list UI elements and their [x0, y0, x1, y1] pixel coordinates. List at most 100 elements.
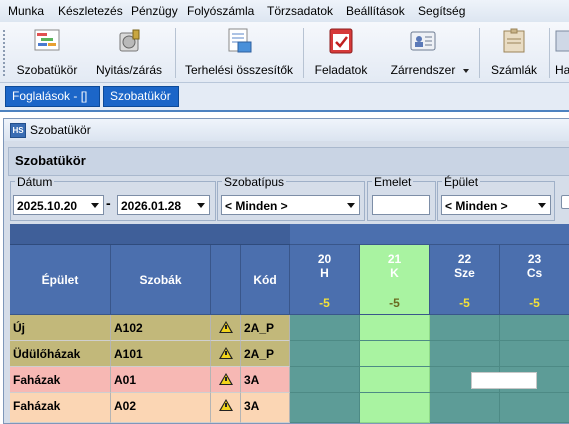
column-header-epulet[interactable]: Épület [10, 245, 111, 315]
day-column-cells[interactable] [430, 315, 500, 423]
room-grid: Épület Szobák Kód 20 H -5 21 K -5 22 Sze… [10, 224, 569, 423]
chevron-down-icon[interactable] [538, 203, 546, 208]
tab-szobatukor[interactable]: Szobatükör [103, 86, 179, 107]
toolbar-separator [303, 28, 304, 78]
date-to-picker[interactable]: 2026.01.28 [117, 195, 210, 215]
grid-top-band [10, 224, 290, 245]
zarrendszer-button[interactable]: Zárrendszer [382, 22, 469, 82]
date-from-value: 2025.10.20 [17, 199, 78, 213]
feladatok-button[interactable]: Feladatok [308, 22, 374, 82]
menu-penzugy[interactable]: Pénzügy [131, 4, 178, 18]
chevron-down-icon[interactable] [463, 69, 469, 73]
day-of-week: K [390, 266, 399, 280]
emelet-label: Emelet [372, 175, 414, 189]
menu-torzsadatok[interactable]: Törzsadatok [267, 4, 333, 18]
day-of-week: Sze [454, 266, 475, 280]
row-building[interactable]: Faházak [10, 393, 111, 423]
column-header-szobak[interactable]: Szobák [111, 245, 211, 315]
tab-foglalasok[interactable]: Foglalások - [] [5, 86, 100, 107]
filter-panel: Dátum 2025.10.20 - 2026.01.28 Szobatípus… [8, 175, 569, 221]
day-column-cells[interactable] [290, 315, 360, 423]
epulet-label: Épület [442, 175, 481, 189]
szobatukor-button[interactable]: Szobatükör [10, 22, 84, 82]
epulet-select[interactable]: < Minden > [441, 195, 551, 215]
nyitas-zaras-button[interactable]: Nyitás/zárás [88, 22, 170, 82]
row-building[interactable]: Üdülőházak [10, 341, 111, 367]
booking-bar[interactable] [471, 372, 537, 389]
column-header-kod[interactable]: Kód [241, 245, 290, 315]
menu-segitseg[interactable]: Segítség [418, 4, 465, 18]
day-header[interactable]: 23 Cs -5 [500, 245, 569, 315]
menu-munka[interactable]: Munka [8, 4, 44, 18]
menu-keszletezes[interactable]: Készletezés [58, 4, 123, 18]
row-room[interactable]: A102 [111, 315, 211, 341]
row-code[interactable]: 2A_P [241, 341, 290, 367]
row-code[interactable]: 3A [241, 367, 290, 393]
row-code[interactable]: 3A [241, 393, 290, 423]
day-availability: -5 [459, 296, 470, 310]
lock-system-icon [410, 31, 436, 51]
day-number: 22 [457, 252, 472, 266]
chevron-down-icon[interactable] [197, 203, 205, 208]
menu-folyoszamla[interactable]: Folyószámla [187, 4, 254, 18]
zarrendszer-label: Zárrendszer [390, 63, 456, 77]
row-room[interactable]: A02 [111, 393, 211, 423]
feladatok-label: Feladatok [314, 63, 368, 77]
day-header[interactable]: 20 H -5 [290, 245, 360, 315]
column-header-warning [211, 245, 241, 315]
window-title: Szobatükör [30, 123, 91, 137]
toolbar-separator [479, 28, 480, 78]
open-close-icon [119, 29, 140, 52]
row-building[interactable]: Új [10, 315, 111, 341]
row-warning-cell [211, 367, 241, 393]
day-availability: -5 [529, 296, 540, 310]
row-divider [290, 392, 569, 393]
day-of-week: H [320, 266, 329, 280]
szobatipus-value: < Minden > [225, 199, 288, 213]
szamlak-button[interactable]: Számlák [484, 22, 544, 82]
chevron-down-icon[interactable] [347, 203, 355, 208]
szobatipus-label: Szobatípus [222, 175, 287, 189]
more-icon [555, 30, 569, 52]
szobatipus-select[interactable]: < Minden > [221, 195, 360, 215]
toolbar: Szobatükör Nyitás/zárás Terhelési összes… [0, 22, 569, 83]
terhelesi-osszesitok-button[interactable]: Terhelési összesítők [180, 22, 298, 82]
day-availability: -5 [319, 296, 330, 310]
row-code[interactable]: 2A_P [241, 315, 290, 341]
warning-icon [219, 321, 233, 333]
szobatipus-group: Szobatípus < Minden > [217, 176, 365, 221]
toolbar-grip[interactable] [3, 30, 8, 76]
day-header[interactable]: 22 Sze -5 [430, 245, 500, 315]
tasks-icon [329, 28, 353, 54]
date-to-value: 2026.01.28 [121, 199, 182, 213]
filter-checkbox[interactable] [561, 195, 569, 209]
menu-beallitasok[interactable]: Beállítások [346, 4, 405, 18]
day-header-selected[interactable]: 21 K -5 [360, 245, 430, 315]
chevron-down-icon[interactable] [91, 203, 99, 208]
menu-bar: Munka Készletezés Pénzügy Folyószámla Tö… [0, 0, 569, 23]
day-column-cells-selected[interactable] [360, 315, 430, 423]
more-label: Ha [555, 63, 569, 77]
more-button[interactable]: Ha [554, 22, 569, 82]
document-tab-strip: Foglalások - [] Szobatükör [0, 83, 569, 112]
day-number: 21 [387, 252, 402, 266]
day-number: 20 [317, 252, 332, 266]
datum-label: Dátum [15, 175, 55, 189]
row-building[interactable]: Faházak [10, 367, 111, 393]
row-divider [290, 340, 569, 341]
page-header: Szobatükör [8, 147, 569, 176]
szobatukor-label: Szobatükör [16, 63, 78, 77]
nyitas-zaras-label: Nyitás/zárás [95, 63, 163, 77]
row-room[interactable]: A01 [111, 367, 211, 393]
window-icon: HS [10, 123, 26, 138]
toolbar-separator [549, 28, 550, 78]
window-title-bar[interactable]: HS Szobatükör [4, 119, 569, 141]
emelet-input[interactable] [372, 195, 430, 215]
emelet-group: Emelet [367, 176, 436, 221]
row-room[interactable]: A101 [111, 341, 211, 367]
row-warning-cell [211, 315, 241, 341]
date-from-picker[interactable]: 2025.10.20 [13, 195, 104, 215]
day-column-cells[interactable] [500, 315, 569, 423]
szamlak-label: Számlák [490, 63, 537, 77]
toolbar-separator [175, 28, 176, 78]
